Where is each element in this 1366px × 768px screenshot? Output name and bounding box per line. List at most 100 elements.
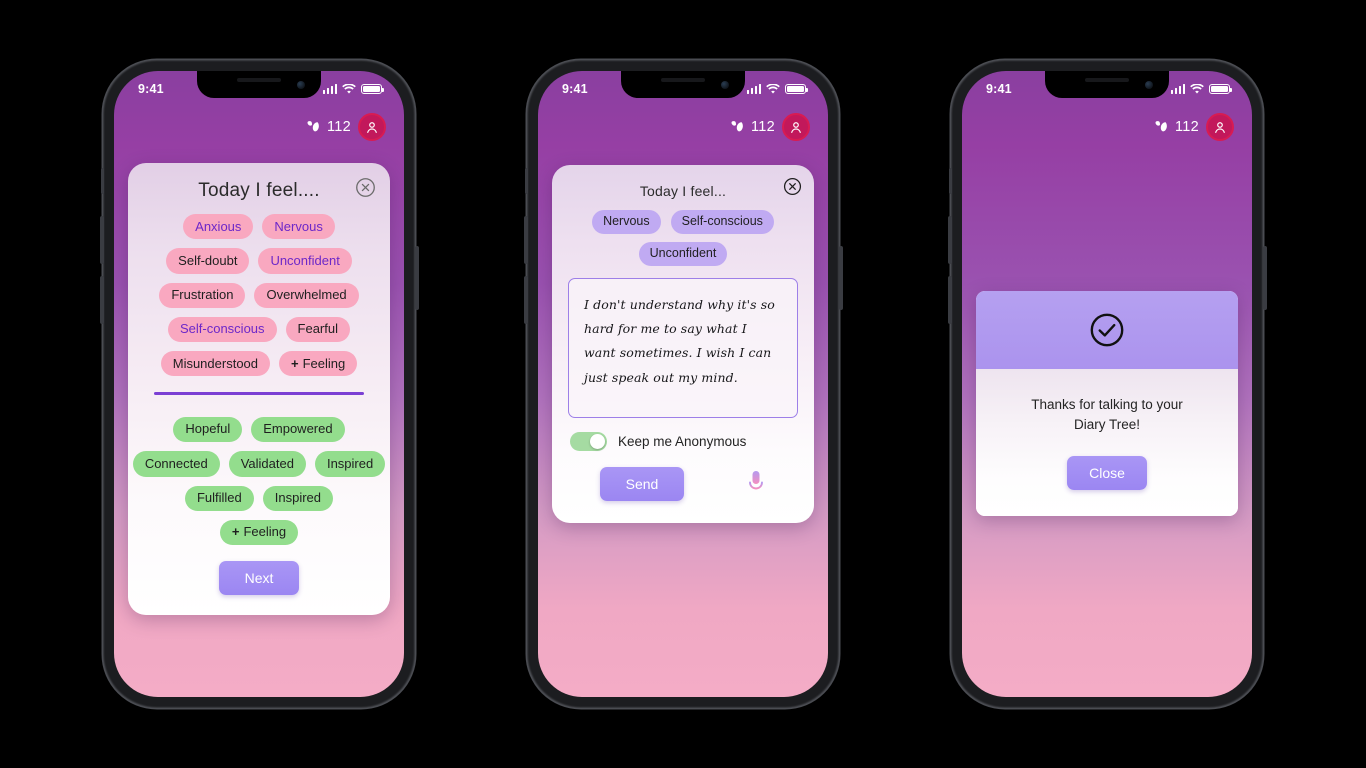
anonymous-row: Keep me Anonymous bbox=[566, 418, 800, 451]
power-button[interactable] bbox=[414, 246, 419, 310]
feeling-tag[interactable]: Self-doubt bbox=[166, 248, 250, 274]
volume-down-button[interactable] bbox=[99, 276, 104, 324]
send-button[interactable]: Send bbox=[599, 466, 685, 501]
cellular-bars-icon bbox=[322, 84, 337, 94]
battery-full-icon bbox=[785, 83, 808, 95]
volume-down-button[interactable] bbox=[523, 276, 528, 324]
close-circle-icon[interactable] bbox=[783, 177, 802, 196]
feeling-tag[interactable]: Validated bbox=[228, 451, 306, 477]
wifi-icon bbox=[766, 83, 780, 94]
close-button[interactable]: Close bbox=[1067, 456, 1147, 491]
power-button[interactable] bbox=[1262, 246, 1267, 310]
volume-up-button[interactable] bbox=[523, 216, 528, 264]
selected-feelings-group: Nervous Self-conscious Unconfident bbox=[566, 210, 800, 266]
feeling-tag[interactable]: Unconfident bbox=[258, 248, 352, 274]
negative-feelings-group: Anxious Nervous Self-doubt Unconfident Frust… bbox=[140, 214, 378, 377]
feeling-tag[interactable]: Inspired bbox=[314, 451, 386, 477]
status-icons bbox=[1170, 83, 1232, 95]
status-bar: 9:41 bbox=[114, 71, 404, 101]
feeling-tag[interactable]: Overwhelmed bbox=[254, 282, 359, 308]
next-button[interactable]: Next bbox=[218, 561, 300, 596]
volume-down-button[interactable] bbox=[947, 276, 952, 324]
send-row: Send bbox=[566, 451, 800, 501]
battery-full-icon bbox=[361, 83, 384, 95]
feeling-tag-row: Misunderstood + Feeling bbox=[140, 351, 378, 377]
card-title-1: Today I feel.... bbox=[198, 180, 320, 201]
feeling-tag-row: Nervous Self-conscious bbox=[566, 210, 800, 234]
status-bar: 9:41 bbox=[538, 71, 828, 101]
phone-mockup-1: 9:41 112 Today I feel.... Anxious Nervou… bbox=[99, 60, 419, 708]
feeling-tag[interactable]: Nervous bbox=[262, 214, 335, 240]
plus-icon: + bbox=[291, 355, 299, 371]
feeling-tag-row: Hopeful Empowered bbox=[140, 416, 378, 443]
feeling-tag[interactable]: Fulfilled bbox=[184, 485, 254, 511]
feeling-tag[interactable]: Hopeful bbox=[173, 416, 243, 443]
feeling-tag-row: + Feeling bbox=[140, 519, 378, 546]
volume-up-button[interactable] bbox=[947, 216, 952, 264]
silence-switch[interactable] bbox=[524, 168, 528, 194]
power-button[interactable] bbox=[838, 246, 843, 310]
success-message: Thanks for talking to your Diary Tree! bbox=[1031, 397, 1183, 432]
toggle-knob bbox=[590, 433, 605, 449]
plus-icon: + bbox=[231, 524, 240, 540]
section-divider bbox=[154, 392, 364, 395]
leaf-icon bbox=[1155, 120, 1167, 131]
app-bar-1: 112 bbox=[114, 101, 404, 141]
anonymous-toggle[interactable] bbox=[570, 431, 607, 451]
anonymous-label: Keep me Anonymous bbox=[618, 433, 747, 449]
feeling-tag[interactable]: Frustration bbox=[159, 282, 246, 308]
leaf-icon bbox=[731, 120, 743, 131]
microphone-icon[interactable] bbox=[746, 469, 766, 499]
leaf-icon bbox=[307, 120, 319, 131]
leaf-counter[interactable]: 112 bbox=[305, 119, 351, 135]
feeling-tag[interactable]: Connected bbox=[132, 451, 220, 477]
wifi-icon bbox=[342, 83, 356, 94]
feeling-tag-row: Unconfident bbox=[566, 241, 800, 266]
volume-up-button[interactable] bbox=[99, 216, 104, 264]
mockup-stage: 9:41 112 Today I feel.... Anxious Nervou… bbox=[0, 0, 1366, 768]
feeling-tag[interactable]: Nervous bbox=[592, 210, 661, 234]
silence-switch[interactable] bbox=[948, 168, 952, 194]
feeling-tag[interactable]: Self-conscious bbox=[167, 316, 277, 343]
silence-switch[interactable] bbox=[100, 168, 104, 194]
diary-text-input[interactable]: I don't understand why it's so hard for … bbox=[568, 277, 798, 418]
phone-screen-3: 9:41 112 Thanks for talking to your Diar… bbox=[962, 71, 1252, 697]
close-circle-icon[interactable] bbox=[355, 177, 376, 198]
user-avatar-icon[interactable] bbox=[358, 113, 386, 141]
phone-screen-2: 9:41 112 Today I feel... Nervous Self-co… bbox=[538, 71, 828, 697]
feeling-tag[interactable]: + Feeling bbox=[219, 519, 299, 546]
feeling-tag[interactable]: Inspired bbox=[262, 485, 334, 511]
diary-entry-card: Today I feel... Nervous Self-conscious Unc… bbox=[552, 165, 814, 523]
app-bar-2: 112 bbox=[538, 101, 828, 141]
success-body: Thanks for talking to your Diary Tree! C… bbox=[976, 369, 1238, 517]
feeling-tag[interactable]: Empowered bbox=[251, 416, 345, 443]
battery-full-icon bbox=[1209, 83, 1232, 95]
feeling-tag[interactable]: Anxious bbox=[183, 214, 254, 240]
status-time: 9:41 bbox=[138, 82, 164, 96]
status-time: 9:41 bbox=[562, 82, 588, 96]
user-avatar-icon[interactable] bbox=[782, 113, 810, 141]
feeling-tag[interactable]: Unconfident bbox=[638, 241, 728, 266]
status-time: 9:41 bbox=[986, 82, 1012, 96]
wifi-icon bbox=[1190, 83, 1204, 94]
feeling-tag[interactable]: Misunderstood bbox=[160, 351, 271, 377]
cellular-bars-icon bbox=[1170, 84, 1185, 94]
feeling-tag[interactable]: + Feeling bbox=[279, 351, 358, 377]
feeling-tag-row: Self-doubt Unconfident bbox=[140, 248, 378, 274]
feeling-tag[interactable]: Fearful bbox=[285, 316, 350, 343]
leaf-counter[interactable]: 112 bbox=[1153, 119, 1199, 135]
user-avatar-icon[interactable] bbox=[1206, 113, 1234, 141]
positive-feelings-group: Hopeful Empowered Connected Validated Inspir… bbox=[132, 416, 386, 546]
check-circle-icon bbox=[1088, 311, 1126, 349]
success-dialog: Thanks for talking to your Diary Tree! C… bbox=[976, 291, 1238, 517]
card-title-2: Today I feel... bbox=[639, 183, 727, 199]
leaf-count-value: 112 bbox=[1174, 119, 1199, 135]
success-header bbox=[976, 291, 1238, 369]
feeling-tag-row: Anxious Nervous bbox=[140, 214, 378, 240]
app-bar-3: 112 bbox=[962, 101, 1252, 141]
feeling-tag[interactable]: Self-conscious bbox=[670, 210, 774, 234]
leaf-count-value: 112 bbox=[750, 119, 775, 135]
phone-mockup-3: 9:41 112 Thanks for talking to your Diar… bbox=[947, 60, 1267, 708]
feeling-tag-row: Connected Validated Inspired bbox=[132, 451, 386, 477]
leaf-counter[interactable]: 112 bbox=[729, 119, 775, 135]
